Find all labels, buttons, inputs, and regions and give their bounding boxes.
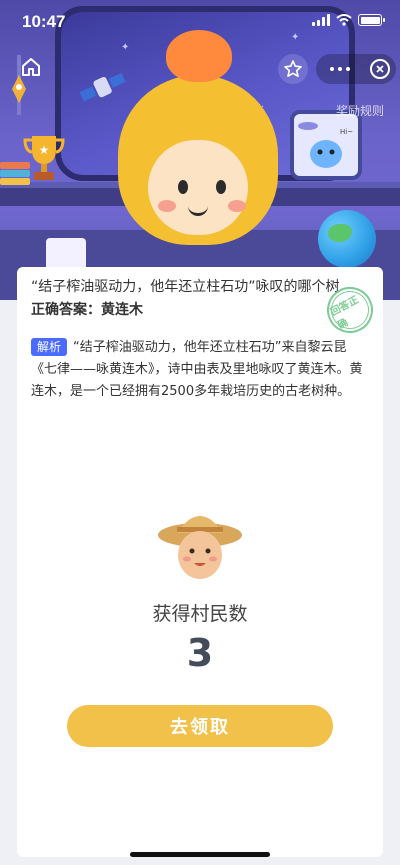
home-indicator[interactable] [130, 852, 270, 857]
alien-icon: Hi~ [298, 122, 353, 168]
home-button[interactable] [16, 52, 46, 82]
books-stack [0, 162, 30, 186]
svg-text:★: ★ [39, 143, 50, 157]
favorite-button[interactable] [278, 54, 308, 84]
home-icon [22, 58, 40, 76]
villager-avatar [158, 516, 242, 579]
battery-icon [358, 14, 385, 26]
analysis-tag: 解析 [31, 338, 68, 356]
signal-icon [312, 14, 330, 26]
monitor: Hi~ [290, 110, 362, 180]
status-icons [312, 14, 385, 26]
mascot-character [108, 30, 288, 290]
answer-value: 黄连木 [101, 302, 143, 318]
answer-prefix: 正确答案： [31, 302, 101, 318]
status-time: 10:47 [22, 12, 66, 31]
villager-count: 3 [186, 631, 214, 675]
close-icon [376, 65, 384, 73]
miniapp-capsule [316, 54, 396, 84]
result-card: “结子榨油驱动力，他年还立柱石功”咏叹的哪个树 正确答案： 黄连木 回答正确 解… [17, 267, 383, 857]
status-bar: 10:47 [0, 0, 400, 44]
answer-row: 正确答案： 黄连木 [31, 299, 143, 319]
wifi-icon [336, 14, 352, 26]
more-button[interactable] [330, 67, 350, 71]
analysis-block: 解析 “结子榨油驱动力，他年还立柱石功”来自黎云昆《七律——咏黄连木》，诗中由表及… [31, 337, 371, 403]
globe-icon [318, 210, 376, 268]
villager-label: 获得村民数 [152, 603, 248, 625]
header-illustration: ✦ ✦ · ★ Hi~ [0, 0, 400, 300]
reward-rules-link[interactable]: 奖励规则 [336, 102, 384, 119]
close-button[interactable] [370, 59, 390, 79]
question-text: “结子榨油驱动力，他年还立柱石功”咏叹的哪个树 [31, 279, 340, 295]
claim-button[interactable]: 去领取 [67, 705, 333, 747]
star-outline-icon [284, 60, 302, 77]
svg-text:Hi~: Hi~ [340, 128, 353, 136]
analysis-text: “结子榨油驱动力，他年还立柱石功”来自黎云昆《七律——咏黄连木》，诗中由表及里地… [31, 340, 363, 399]
